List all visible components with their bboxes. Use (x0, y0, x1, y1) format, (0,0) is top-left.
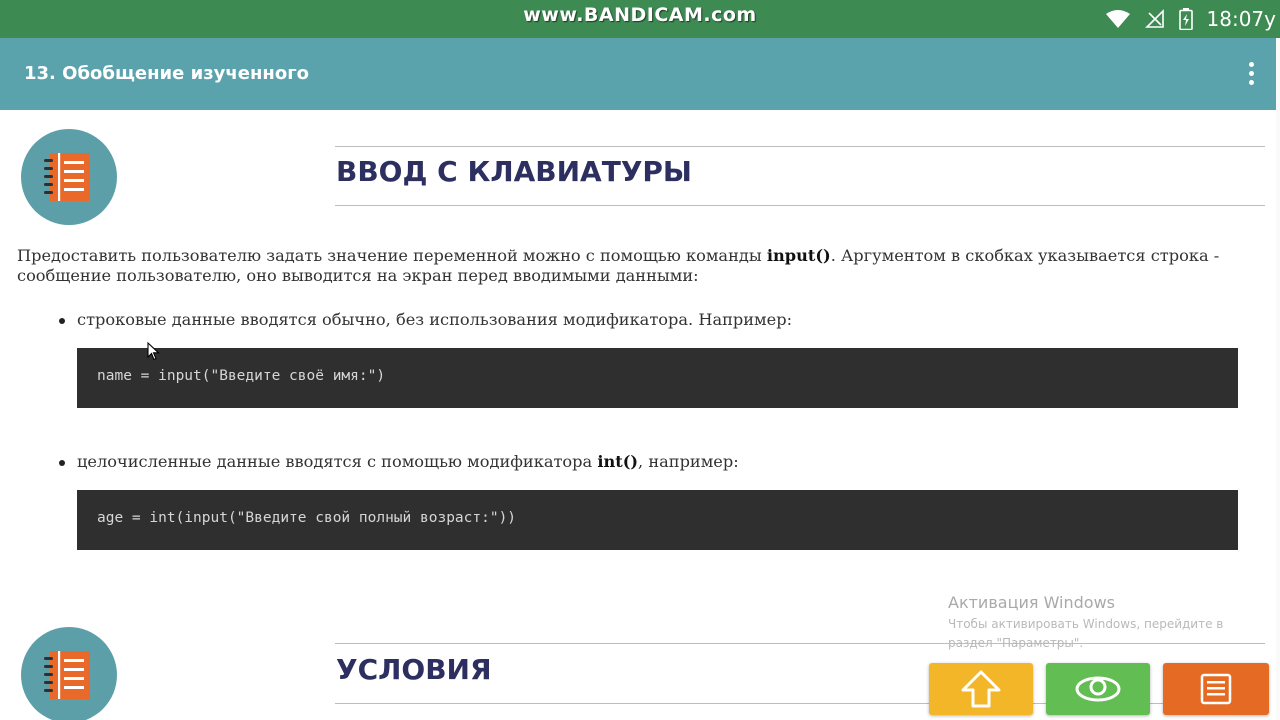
eye-icon (1075, 676, 1121, 702)
no-signal-icon (1144, 9, 1164, 28)
section-rule-bottom (335, 205, 1265, 206)
status-bar: www.BANDICAM.com 18:07у (0, 0, 1280, 38)
section-rule-top (335, 146, 1265, 147)
input-command: input() (766, 246, 831, 265)
list-item: целочисленные данные вводятся с помощью … (59, 452, 739, 471)
section-title: УСЛОВИЯ (336, 653, 492, 686)
code-text: name = input("Введите своё имя:") (97, 368, 386, 384)
notebook-icon (21, 129, 117, 225)
clock-suffix: у (1264, 7, 1276, 31)
code-text: age = int(input("Введите свой полный воз… (97, 510, 517, 526)
recorder-watermark: www.BANDICAM.com (523, 4, 757, 26)
int-modifier: int() (597, 452, 639, 471)
scroll-up-button[interactable] (929, 663, 1033, 715)
more-vert-icon[interactable] (1242, 60, 1262, 88)
paragraph-text-1: Предоставить пользователю задать значени… (17, 246, 767, 265)
page-edge (1276, 38, 1280, 720)
activation-title: Активация Windows (948, 593, 1115, 612)
intro-paragraph: Предоставить пользователю задать значени… (17, 246, 1247, 286)
notebook-icon (21, 627, 117, 720)
section-title: ВВОД С КЛАВИАТУРЫ (336, 155, 692, 188)
page-title: 13. Обобщение изученного (24, 63, 309, 84)
code-block: age = int(input("Введите свой полный воз… (77, 490, 1238, 550)
app-bar: 13. Обобщение изученного (0, 38, 1276, 110)
code-block: name = input("Введите своё имя:") (77, 348, 1238, 408)
bullet-text: целочисленные данные вводятся с помощью … (77, 452, 598, 471)
clock-time: 18:07 (1206, 7, 1265, 31)
arrow-up-icon (961, 670, 1001, 708)
mouse-cursor-icon (147, 342, 160, 361)
view-button[interactable] (1046, 663, 1150, 715)
activation-subtitle: Чтобы активировать Windows, перейдите в … (948, 617, 1224, 650)
list-item: строковые данные вводятся обычно, без ис… (58, 310, 793, 329)
battery-charging-icon (1178, 8, 1193, 30)
bullet-text: строковые данные вводятся обычно, без ис… (77, 310, 793, 329)
bullet-text-end: , например: (638, 452, 739, 471)
contents-button[interactable] (1163, 663, 1269, 715)
clock: 18:07у (1207, 7, 1276, 31)
list-icon (1200, 673, 1232, 705)
status-icons: 18:07у (1105, 6, 1276, 32)
wifi-icon (1105, 10, 1130, 28)
